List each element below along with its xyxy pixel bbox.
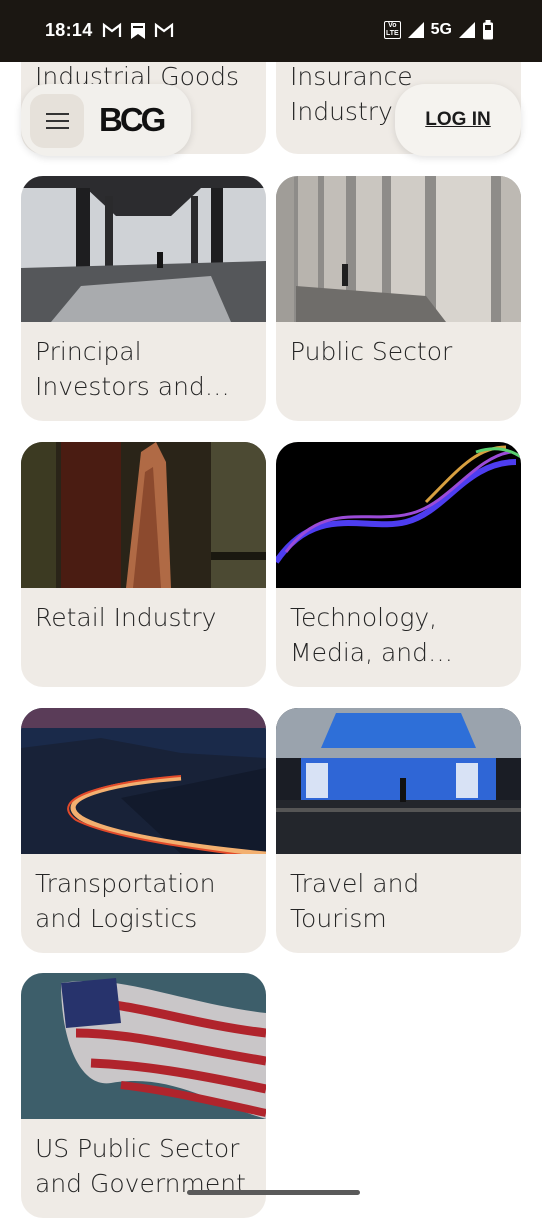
menu-button[interactable] [30, 94, 84, 148]
industry-card-transportation[interactable]: Transportation and Logistics [21, 708, 266, 953]
home-indicator[interactable] [187, 1190, 360, 1195]
industry-card-label: Public Sector [290, 337, 453, 366]
volte-icon: Vo LTE [383, 21, 401, 39]
industry-card-label: Retail Industry [35, 603, 217, 632]
industry-card-retail[interactable]: Retail Industry [21, 442, 266, 687]
industry-card-label: Insurance Industry [290, 62, 411, 126]
gmail-icon [154, 22, 174, 37]
industry-image [276, 176, 521, 322]
industry-card-label: Transportation and Logistics [35, 869, 216, 933]
svg-text:BCG: BCG [99, 102, 165, 136]
industry-image [276, 708, 521, 854]
industry-card-label: Travel and Tourism [290, 869, 420, 933]
login-button[interactable]: LOG IN [395, 84, 521, 156]
industry-image [21, 973, 266, 1119]
industry-image [21, 708, 266, 854]
industry-card-label: Principal Investors and… [35, 337, 230, 401]
industry-image [21, 176, 266, 322]
bookmark-icon [131, 23, 145, 39]
industry-card-technology-media[interactable]: Technology, Media, and… [276, 442, 521, 687]
industry-card-us-public-sector[interactable]: US Public Sector and Government [21, 973, 266, 1218]
bcg-logo[interactable]: BCG [99, 101, 171, 140]
hamburger-icon [46, 113, 69, 115]
gmail-icon [102, 22, 122, 37]
status-time: 18:14 [45, 20, 93, 40]
industry-card-principal-investors[interactable]: Principal Investors and… [21, 176, 266, 421]
industry-image [21, 442, 266, 588]
industry-image [276, 442, 521, 588]
status-bar: 18:14 Vo LTE 5G [0, 0, 542, 62]
industry-card-public-sector[interactable]: Public Sector [276, 176, 521, 421]
industry-card-label: Technology, Media, and… [290, 603, 454, 667]
signal-icon [459, 22, 475, 38]
industry-card-travel-tourism[interactable]: Travel and Tourism [276, 708, 521, 953]
network-type: 5G [430, 21, 452, 38]
logo-pill: BCG [21, 84, 191, 156]
signal-icon [407, 22, 424, 38]
battery-icon [483, 20, 493, 40]
